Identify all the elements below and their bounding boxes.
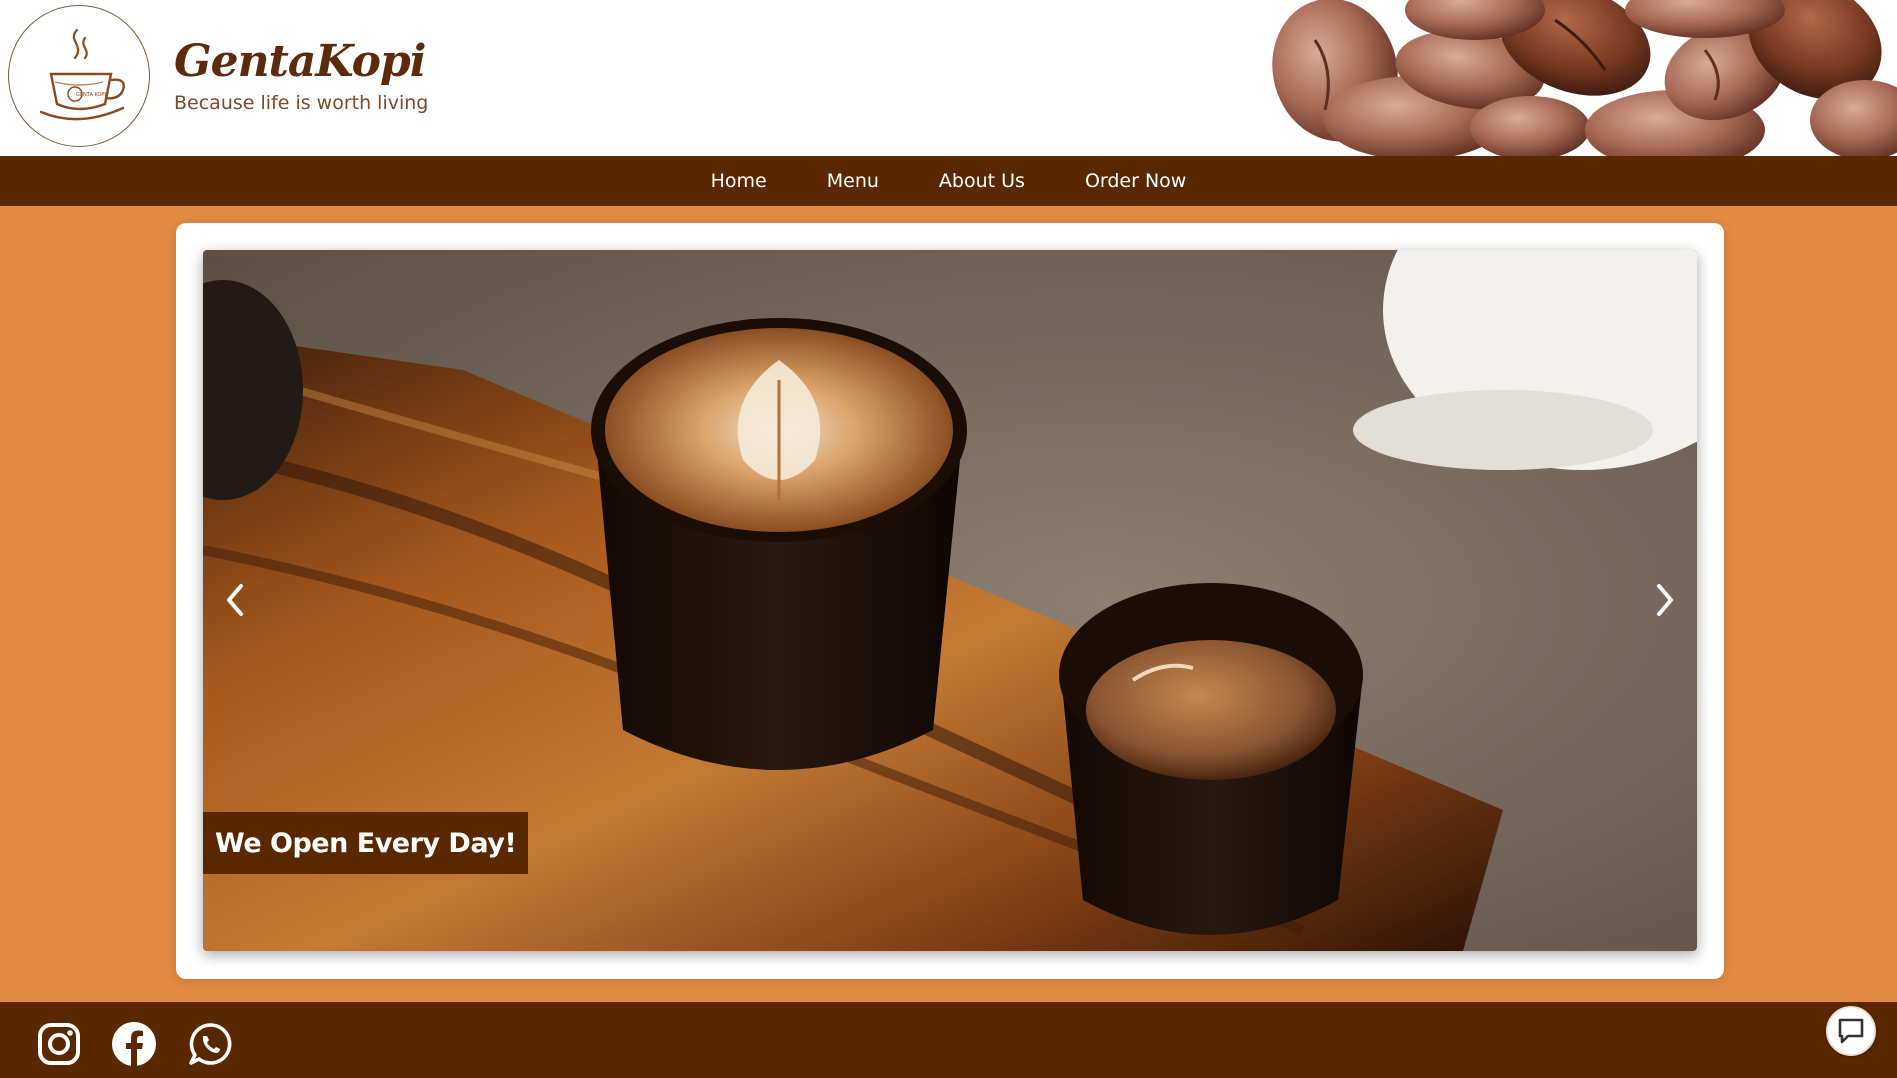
carousel-caption-text: We Open Every Day! (215, 827, 517, 859)
site-footer (0, 1002, 1897, 1078)
carousel-slide: We Open Every Day! (203, 250, 1697, 951)
facebook-icon (112, 1022, 156, 1066)
brand-name: GentaKopi (174, 36, 426, 87)
chevron-right-icon (1657, 584, 1673, 616)
carousel-prev-button[interactable] (215, 574, 255, 626)
logo[interactable]: GENTA KOPI (8, 5, 150, 147)
coffee-beans-banner-image (1255, 0, 1897, 156)
facebook-link[interactable] (111, 1021, 157, 1067)
nav-item-order-now[interactable]: Order Now (1085, 170, 1186, 192)
main-nav: Home Menu About Us Order Now (0, 156, 1897, 206)
svg-text:GENTA KOPI: GENTA KOPI (76, 92, 106, 98)
chat-bubble-icon (1838, 1018, 1864, 1044)
whatsapp-link[interactable] (187, 1021, 233, 1067)
site-header: GENTA KOPI GentaKopi Because life is wor… (0, 0, 1897, 156)
nav-item-about-us[interactable]: About Us (939, 170, 1025, 192)
brand-tagline: Because life is worth living (174, 92, 429, 114)
chat-button[interactable] (1826, 1006, 1876, 1056)
instagram-icon (38, 1023, 80, 1065)
nav-item-menu[interactable]: Menu (827, 170, 879, 192)
whatsapp-icon (189, 1023, 232, 1065)
coffee-cup-logo-icon: GENTA KOPI (39, 28, 125, 121)
chevron-left-icon (227, 584, 243, 616)
nav-item-home[interactable]: Home (711, 170, 767, 192)
carousel-next-button[interactable] (1645, 574, 1685, 626)
carousel-caption: We Open Every Day! (203, 812, 529, 874)
instagram-link[interactable] (36, 1021, 82, 1067)
carousel-frame: We Open Every Day! (176, 223, 1724, 979)
